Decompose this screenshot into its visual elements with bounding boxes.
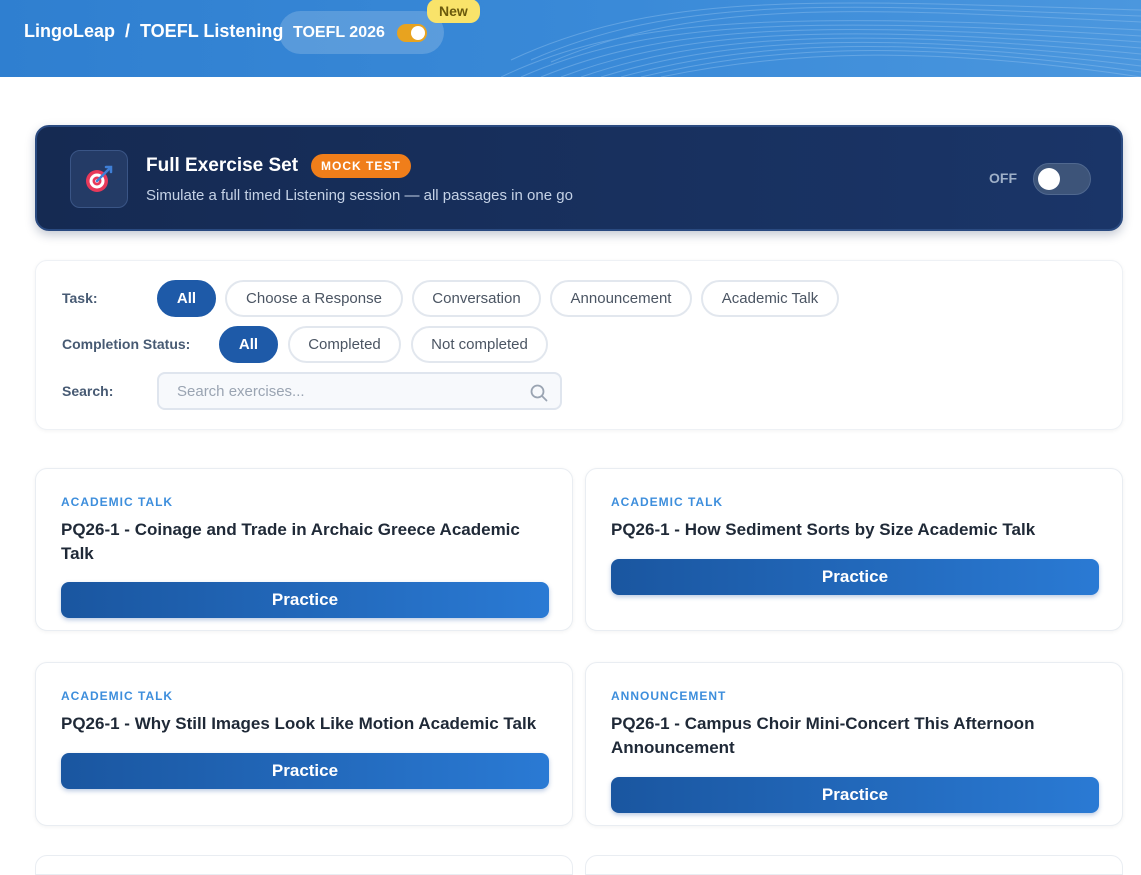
exercise-card: ANNOUNCEMENT PQ26-1 - Campus Choir Mini-… bbox=[585, 662, 1123, 826]
toggle-state-label: OFF bbox=[989, 170, 1017, 186]
search-box bbox=[157, 372, 562, 410]
top-header: LingoLeap / TOEFL Listening TOEFL 2026 bbox=[0, 0, 1141, 77]
version-toggle-pill[interactable]: TOEFL 2026 bbox=[279, 11, 444, 54]
practice-button[interactable]: Practice bbox=[611, 559, 1099, 595]
mock-test-badge: MOCK TEST bbox=[311, 154, 411, 178]
exercise-card-partial bbox=[585, 855, 1123, 875]
wave-decoration bbox=[501, 2, 1141, 77]
status-chip-all[interactable]: All bbox=[219, 326, 278, 363]
exercise-card: ACADEMIC TALK PQ26-1 - Coinage and Trade… bbox=[35, 468, 573, 631]
search-input[interactable] bbox=[159, 374, 519, 408]
exercise-card-partial bbox=[35, 855, 573, 875]
breadcrumb-separator: / bbox=[125, 21, 131, 41]
task-chip-all[interactable]: All bbox=[157, 280, 216, 317]
card-category-tag: ANNOUNCEMENT bbox=[611, 689, 727, 703]
target-icon bbox=[70, 150, 128, 208]
practice-button[interactable]: Practice bbox=[611, 777, 1099, 813]
status-chip-not-completed[interactable]: Not completed bbox=[411, 326, 548, 363]
exercise-card: ACADEMIC TALK PQ26-1 - How Sediment Sort… bbox=[585, 468, 1123, 631]
new-badge: New bbox=[427, 0, 480, 23]
breadcrumb-section: TOEFL Listening bbox=[140, 21, 284, 41]
switch-knob bbox=[410, 25, 425, 40]
practice-button[interactable]: Practice bbox=[61, 582, 549, 618]
mock-mode-toggle[interactable] bbox=[1033, 163, 1091, 195]
practice-button[interactable]: Practice bbox=[61, 753, 549, 789]
card-category-tag: ACADEMIC TALK bbox=[61, 689, 174, 703]
version-switch[interactable] bbox=[396, 23, 427, 42]
status-chip-completed[interactable]: Completed bbox=[288, 326, 401, 363]
breadcrumb: LingoLeap / TOEFL Listening bbox=[24, 21, 283, 42]
card-title: PQ26-1 - Campus Choir Mini-Concert This … bbox=[611, 714, 1035, 757]
search-label: Search: bbox=[62, 383, 114, 399]
task-chip-choose-a-response[interactable]: Choose a Response bbox=[225, 280, 403, 317]
version-label: TOEFL 2026 bbox=[293, 23, 385, 41]
toggle-knob bbox=[1038, 168, 1060, 190]
exercise-card: ACADEMIC TALK PQ26-1 - Why Still Images … bbox=[35, 662, 573, 826]
filter-panel: Task: All Choose a Response Conversation… bbox=[35, 260, 1123, 430]
card-title: PQ26-1 - Coinage and Trade in Archaic Gr… bbox=[61, 520, 520, 563]
task-chip-academic-talk[interactable]: Academic Talk bbox=[701, 280, 839, 317]
completion-status-label: Completion Status: bbox=[62, 336, 191, 352]
task-label: Task: bbox=[62, 290, 98, 306]
card-category-tag: ACADEMIC TALK bbox=[61, 495, 174, 509]
card-title: PQ26-1 - How Sediment Sorts by Size Acad… bbox=[611, 520, 1036, 539]
mock-subtitle: Simulate a full timed Listening session … bbox=[146, 187, 573, 204]
mock-test-banner: Full Exercise Set MOCK TEST Simulate a f… bbox=[35, 125, 1123, 231]
card-category-tag: ACADEMIC TALK bbox=[611, 495, 724, 509]
task-chip-announcement[interactable]: Announcement bbox=[550, 280, 692, 317]
mock-title: Full Exercise Set bbox=[146, 155, 299, 176]
card-title: PQ26-1 - Why Still Images Look Like Moti… bbox=[61, 714, 537, 733]
breadcrumb-brand[interactable]: LingoLeap bbox=[24, 21, 115, 42]
task-chip-conversation[interactable]: Conversation bbox=[412, 280, 541, 317]
search-icon[interactable] bbox=[530, 384, 548, 402]
